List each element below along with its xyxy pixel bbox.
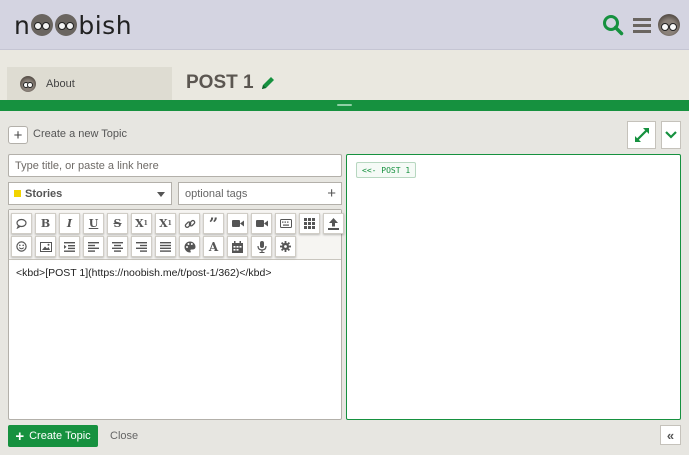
calendar-icon[interactable]	[227, 236, 248, 257]
post-title-text: POST 1	[186, 72, 254, 93]
upload-icon[interactable]	[323, 213, 344, 234]
bold-icon[interactable]: B	[35, 213, 56, 234]
category-name: Stories	[25, 187, 63, 200]
logo-suffix: bish	[78, 10, 133, 40]
logo-o-icon	[55, 14, 78, 36]
preview-kbd-link[interactable]: <<- POST 1	[356, 162, 417, 178]
create-topic-label: Create Topic	[29, 430, 91, 442]
preview-pane: <<- POST 1	[346, 154, 681, 420]
quote-icon[interactable]: ”	[203, 213, 224, 234]
font-label: A	[208, 239, 219, 254]
align-left-icon[interactable]	[83, 236, 104, 257]
fullscreen-button[interactable]	[627, 121, 656, 149]
link-icon[interactable]	[179, 213, 200, 234]
topic-title-input[interactable]	[8, 154, 342, 177]
editor-toolbar: B I U S X1 X1 ” A	[9, 210, 344, 260]
strikethrough-icon[interactable]: S	[107, 213, 128, 234]
new-topic-plus-button[interactable]: +	[8, 126, 28, 144]
logo-prefix: n	[14, 10, 31, 40]
create-topic-link[interactable]: Create a new Topic	[33, 128, 127, 140]
emoji-icon[interactable]	[11, 236, 32, 257]
underline-icon[interactable]: U	[83, 213, 104, 234]
speech-bubble-icon[interactable]	[11, 213, 32, 234]
markdown-editor[interactable]: B I U S X1 X1 ” A <kbd>[POST 1](https://…	[8, 209, 344, 420]
resize-grip-icon[interactable]	[337, 104, 352, 106]
create-topic-button[interactable]: + Create Topic	[8, 425, 98, 447]
palette-icon[interactable]	[179, 236, 200, 257]
align-center-icon[interactable]	[107, 236, 128, 257]
close-button[interactable]: Close	[110, 430, 138, 442]
settings-icon[interactable]	[275, 236, 296, 257]
search-icon[interactable]	[601, 13, 625, 37]
font-color-icon[interactable]: A	[203, 236, 224, 257]
page-title: POST 1	[186, 72, 276, 94]
tags-placeholder: optional tags	[185, 187, 248, 200]
top-header: n bish	[0, 0, 689, 50]
composer-options-button[interactable]	[661, 121, 681, 149]
category-color-badge	[14, 190, 21, 197]
logo-o-icon	[31, 14, 54, 36]
about-avatar-icon	[20, 75, 36, 92]
site-logo[interactable]: n bish	[14, 10, 132, 40]
keyboard-icon[interactable]	[275, 213, 296, 234]
user-avatar-icon[interactable]	[657, 13, 681, 37]
microphone-icon[interactable]	[251, 236, 272, 257]
expand-arrows-icon	[634, 128, 649, 142]
caret-down-icon	[157, 192, 165, 197]
quote-label: ”	[208, 214, 219, 233]
video-icon[interactable]	[227, 213, 248, 234]
double-chevron-left-icon: «	[666, 427, 675, 443]
image-icon[interactable]	[35, 236, 56, 257]
add-tag-icon[interactable]: +	[327, 186, 336, 202]
align-right-icon[interactable]	[131, 236, 152, 257]
strike-label: S	[113, 217, 122, 230]
hamburger-menu-icon[interactable]	[630, 13, 654, 37]
sub-label: X	[159, 217, 168, 230]
justify-icon[interactable]	[155, 236, 176, 257]
about-label: About	[46, 77, 75, 90]
indent-icon[interactable]	[59, 236, 80, 257]
subscript-icon[interactable]: X1	[155, 213, 176, 234]
superscript-icon[interactable]: X1	[131, 213, 152, 234]
video-alt-icon[interactable]	[251, 213, 272, 234]
underline-label: U	[88, 217, 99, 230]
tags-input[interactable]: optional tags +	[178, 182, 342, 205]
avatar	[658, 14, 680, 36]
grid-icon[interactable]	[299, 213, 320, 234]
collapse-preview-button[interactable]: «	[660, 425, 681, 445]
bold-label: B	[40, 217, 51, 230]
sup-label: X	[135, 217, 144, 230]
about-tab[interactable]: About	[7, 67, 172, 100]
chevron-down-icon	[665, 131, 677, 139]
italic-label: I	[66, 217, 73, 230]
plus-icon: +	[15, 427, 25, 445]
editor-content[interactable]: <kbd>[POST 1](https://noobish.me/t/post-…	[16, 267, 271, 279]
pencil-edit-icon[interactable]	[260, 75, 276, 91]
category-select[interactable]: Stories	[8, 182, 172, 205]
italic-icon[interactable]: I	[59, 213, 80, 234]
